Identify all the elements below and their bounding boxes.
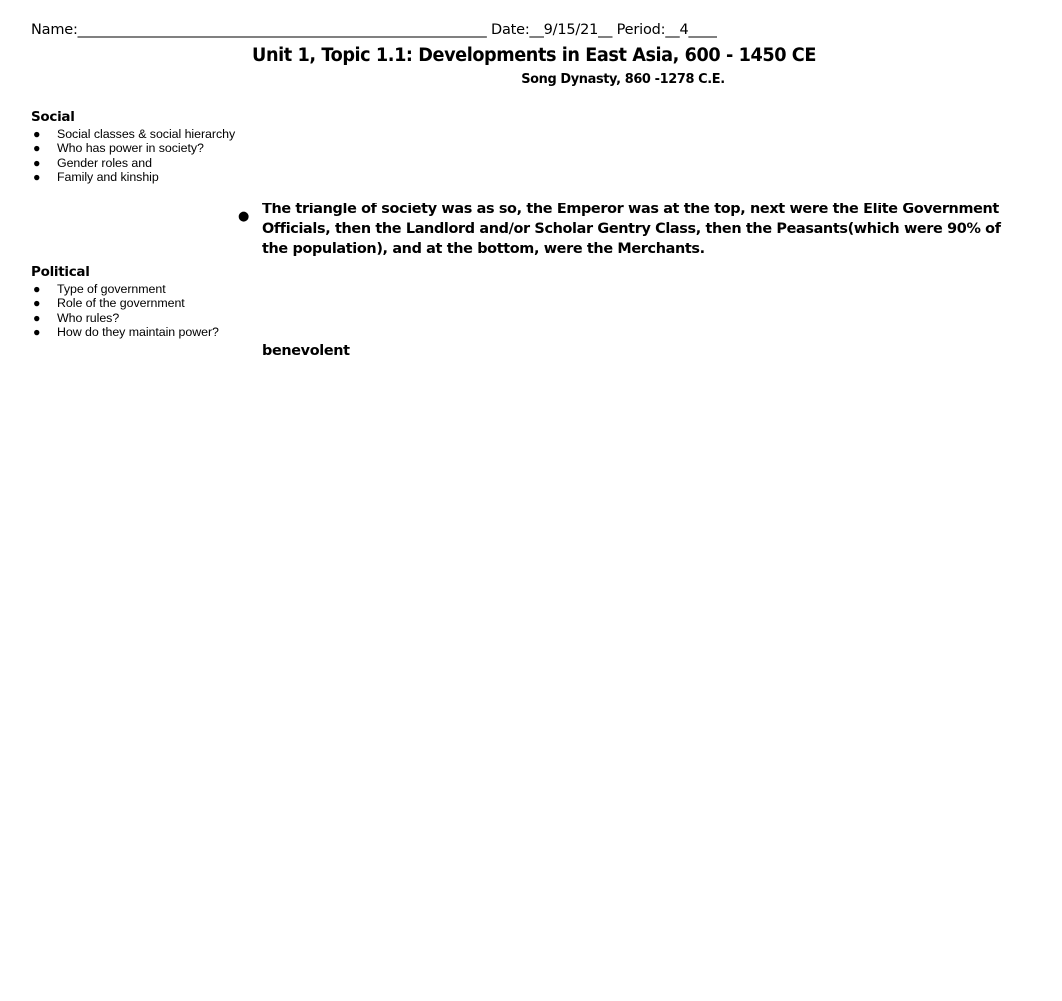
list-item: ● Who rules? bbox=[31, 311, 246, 325]
list-item-label: Who has power in society? bbox=[57, 141, 204, 156]
date-label: Date: bbox=[486, 22, 530, 38]
page-subtitle: Song Dynasty, 860 -1278 C.E. bbox=[521, 71, 725, 87]
period-value-field[interactable]: __4____ bbox=[665, 22, 717, 38]
list-item: ● Social classes & social hierarchy bbox=[31, 127, 246, 141]
category-political: Political ● Type of government ● Role of… bbox=[31, 264, 246, 339]
category-social-heading: Social bbox=[31, 109, 75, 125]
list-item: ● Family and kinship bbox=[31, 170, 246, 184]
page-title: Unit 1, Topic 1.1: Developments in East … bbox=[252, 45, 816, 66]
list-item: ● Role of the government bbox=[31, 296, 246, 310]
list-item-label: Who rules? bbox=[57, 310, 120, 325]
list-item-label: Family and kinship bbox=[57, 169, 159, 184]
category-political-heading: Political bbox=[31, 264, 90, 280]
name-label: Name: bbox=[31, 22, 78, 38]
list-item-label: Gender roles and bbox=[57, 155, 152, 170]
category-political-list: ● Type of government ● Role of the gover… bbox=[31, 282, 246, 339]
list-item: ● How do they maintain power? bbox=[31, 325, 246, 339]
bullet-icon: ● bbox=[238, 209, 250, 224]
list-item-label: How do they maintain power? bbox=[57, 324, 219, 339]
bullet-icon: ● bbox=[33, 127, 41, 141]
answer-social-text[interactable]: The triangle of society was as so, the E… bbox=[238, 203, 1028, 259]
bullet-icon: ● bbox=[33, 141, 41, 156]
bullet-icon: ● bbox=[33, 282, 41, 296]
bullet-icon: ● bbox=[33, 169, 41, 184]
list-item: ● Gender roles and bbox=[31, 156, 246, 170]
date-value-field[interactable]: __9/15/21__ bbox=[530, 22, 613, 38]
student-info-line: Name:___________________________________… bbox=[31, 21, 717, 39]
list-item-label: Role of the government bbox=[57, 296, 185, 311]
answer-political-text[interactable]: benevolent bbox=[262, 341, 350, 361]
bullet-icon: ● bbox=[33, 310, 41, 325]
bullet-icon: ● bbox=[33, 155, 41, 170]
list-item-label: Type of government bbox=[57, 282, 166, 296]
answer-social-block[interactable]: ● The triangle of society was as so, the… bbox=[238, 203, 1028, 265]
list-item: ● Type of government bbox=[31, 282, 246, 296]
category-social: Social ● Social classes & social hierarc… bbox=[31, 109, 246, 184]
bullet-icon: ● bbox=[33, 324, 41, 339]
category-social-list: ● Social classes & social hierarchy ● Wh… bbox=[31, 127, 246, 184]
worksheet-page: Name:___________________________________… bbox=[0, 0, 1062, 1001]
list-item-label: Social classes & social hierarchy bbox=[57, 127, 236, 141]
name-blank-field[interactable]: ________________________________________… bbox=[78, 22, 487, 38]
period-label: Period: bbox=[612, 22, 666, 38]
bullet-icon: ● bbox=[33, 296, 41, 311]
list-item: ● Who has power in society? bbox=[31, 141, 246, 155]
